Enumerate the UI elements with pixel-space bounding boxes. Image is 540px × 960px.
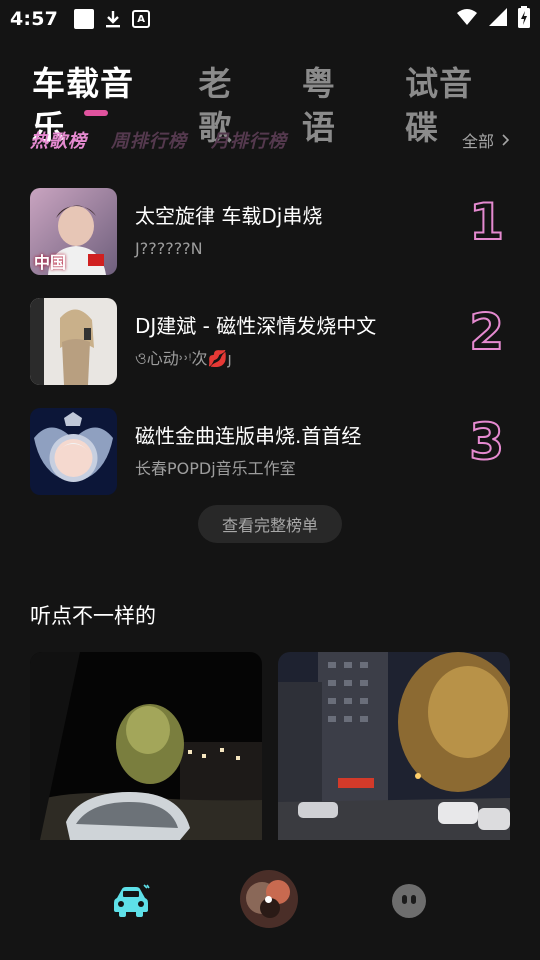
list-item[interactable]: 磁性金曲连版串烧.首首经 长春POPDj音乐工作室 3 — [30, 396, 510, 506]
download-icon — [104, 9, 122, 29]
rank-number: 3 — [468, 412, 505, 472]
list-item[interactable]: DJ建斌 - 磁性深情发烧中文 ও心动˒˒ᵎ次💋ȷ 2 — [30, 286, 510, 396]
view-full-chart-button[interactable]: 查看完整榜单 — [198, 505, 342, 543]
face-eye-right — [411, 895, 416, 904]
song-title: 磁性金曲连版串烧.首首经 — [135, 424, 362, 448]
all-charts-link[interactable]: 全部 — [462, 128, 510, 152]
bottom-navigation — [0, 840, 540, 960]
text-a-icon: A — [132, 10, 151, 28]
status-time: 4:57 — [10, 8, 59, 30]
wifi-icon — [456, 8, 478, 30]
car-icon[interactable] — [111, 884, 151, 922]
song-artist: ও心动˒˒ᵎ次💋ȷ — [135, 349, 232, 368]
rank-number: 1 — [468, 192, 505, 252]
song-artist: 长春POPDj音乐工作室 — [135, 459, 296, 478]
face-icon[interactable] — [392, 884, 426, 918]
subtab-hot[interactable]: 热歌榜 — [30, 127, 87, 153]
active-tab-indicator — [84, 110, 108, 116]
hot-chart-list: 中国 太空旋律 车载Dj串烧 J??????N 1 DJ建斌 - 磁性深情发烧中… — [30, 176, 510, 506]
song-cover — [30, 297, 117, 385]
notification-square-icon — [74, 9, 95, 29]
song-title: 太空旋律 车载Dj串烧 — [135, 204, 323, 228]
battery-icon — [518, 6, 530, 32]
recommend-cards — [30, 652, 510, 840]
all-charts-label: 全部 — [461, 132, 494, 151]
song-artist: J??????N — [135, 239, 203, 258]
chart-subtabs: 热歌榜 周排行榜 月排行榜 全部 — [30, 126, 510, 154]
chevron-right-icon — [502, 134, 510, 146]
play-indicator-dot — [265, 896, 272, 903]
subtab-monthly[interactable]: 月排行榜 — [211, 127, 287, 153]
song-cover — [30, 407, 117, 495]
signal-icon — [488, 7, 508, 31]
face-eye-left — [402, 895, 407, 904]
status-bar: 4:57 A — [0, 0, 540, 38]
list-item[interactable]: 中国 太空旋律 车载Dj串烧 J??????N 1 — [30, 176, 510, 286]
cover-watermark-text: 中国 — [34, 252, 67, 272]
song-cover: 中国 — [30, 187, 117, 275]
subtab-weekly[interactable]: 周排行榜 — [111, 127, 187, 153]
section-title: 听点不一样的 — [30, 604, 156, 628]
now-playing-avatar[interactable] — [240, 870, 298, 928]
song-title: DJ建斌 - 磁性深情发烧中文 — [135, 314, 377, 338]
recommend-card[interactable] — [278, 652, 510, 840]
recommend-card[interactable] — [30, 652, 262, 840]
rank-number: 2 — [468, 302, 505, 362]
